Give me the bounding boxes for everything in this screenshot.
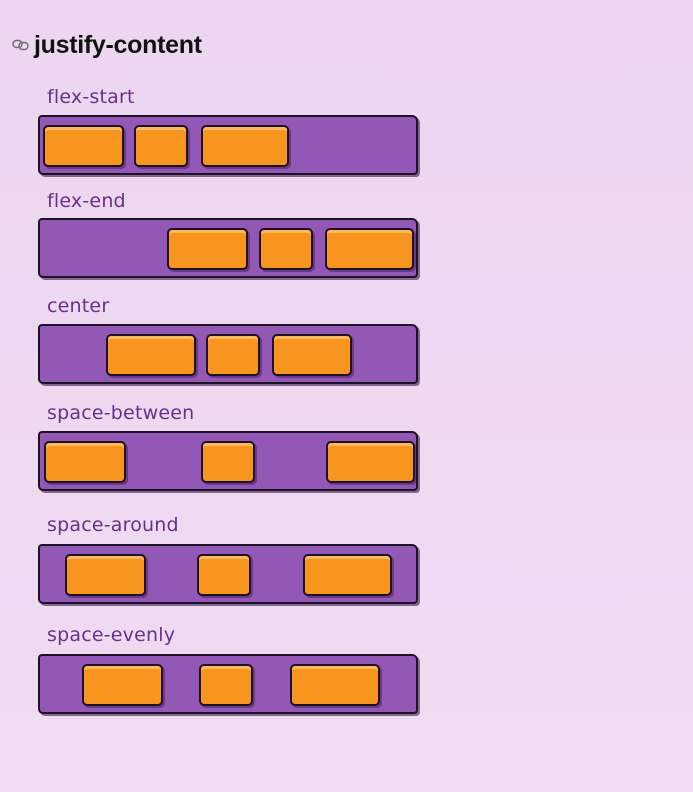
- example-flex-end: flex-end: [38, 190, 420, 286]
- flex-item: [44, 441, 126, 483]
- example-center: center: [38, 295, 420, 391]
- flex-item: [201, 441, 255, 483]
- flex-item: [134, 125, 188, 167]
- example-space-around: space-around: [38, 514, 420, 610]
- link-icon[interactable]: [12, 38, 32, 52]
- section-heading: justify-content: [12, 30, 202, 60]
- flex-container: [38, 324, 418, 384]
- example-label: space-around: [47, 514, 179, 536]
- flex-item: [167, 228, 248, 270]
- flex-item: [325, 228, 414, 270]
- page-title: justify-content: [34, 30, 202, 59]
- flex-item: [290, 664, 380, 706]
- flex-item: [206, 334, 260, 376]
- flex-item: [82, 664, 163, 706]
- example-label: center: [47, 295, 110, 317]
- example-label: space-evenly: [47, 624, 176, 646]
- flex-item: [303, 554, 392, 596]
- flex-item: [43, 125, 124, 167]
- flex-item: [65, 554, 146, 596]
- flex-container: [38, 218, 418, 278]
- example-flex-start: flex-start: [38, 86, 420, 182]
- flex-container: [38, 544, 418, 604]
- example-label: space-between: [47, 402, 195, 424]
- flex-item: [199, 664, 253, 706]
- flex-item: [197, 554, 251, 596]
- flex-container: [38, 431, 418, 491]
- example-space-between: space-between: [38, 402, 420, 498]
- flex-item: [106, 334, 196, 376]
- example-label: flex-end: [47, 190, 126, 212]
- flex-item: [272, 334, 352, 376]
- flex-item: [326, 441, 415, 483]
- flex-item: [201, 125, 289, 167]
- example-space-evenly: space-evenly: [38, 624, 420, 720]
- flex-item: [259, 228, 313, 270]
- example-label: flex-start: [47, 86, 135, 108]
- flex-container: [38, 654, 418, 714]
- flex-container: [38, 115, 418, 175]
